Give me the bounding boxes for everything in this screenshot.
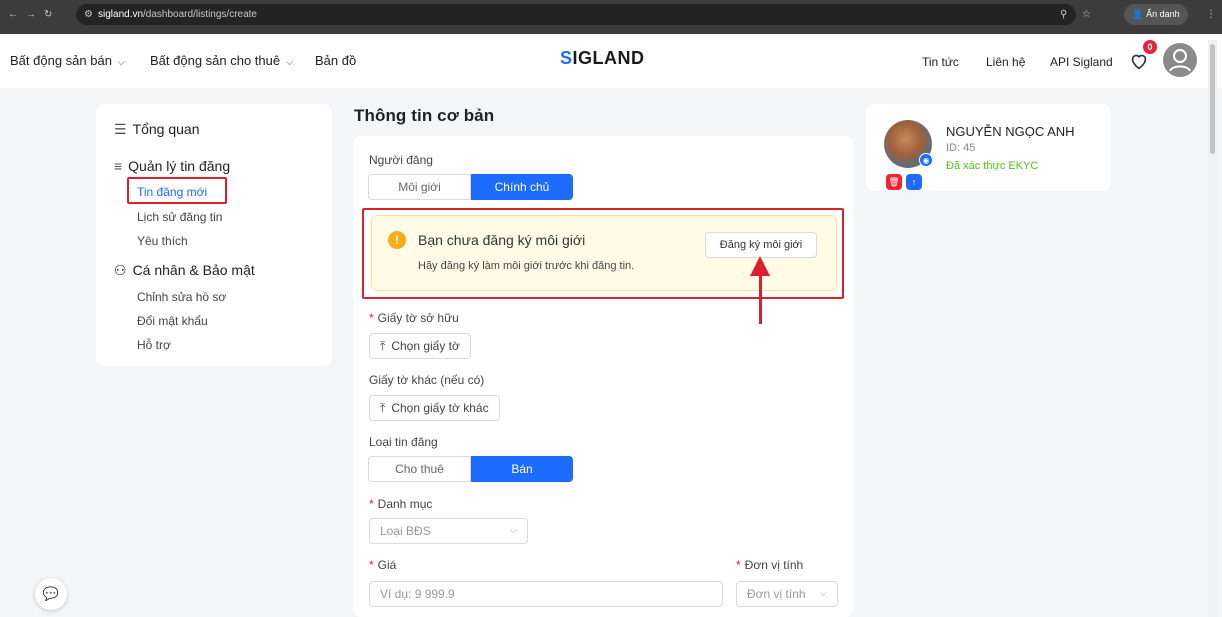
back-icon[interactable]: ←	[8, 0, 18, 30]
listings-menu-icon: ≡	[114, 158, 123, 174]
annotation-arrow-shaft	[759, 272, 762, 324]
user-icon	[1169, 49, 1191, 72]
highlight-box-new-listing	[127, 177, 227, 204]
browser-menu-icon[interactable]: ⋮	[1206, 0, 1216, 30]
incognito-badge[interactable]: 👤 Ẩn danh	[1124, 4, 1188, 25]
zoom-icon[interactable]: ⚲	[1060, 0, 1067, 30]
nav-news[interactable]: Tin tức	[922, 54, 959, 70]
sidebar-listings-label: Quản lý tin đăng	[128, 158, 231, 174]
url-host: sigland.vn	[98, 9, 144, 20]
ownership-docs-text: Giấy tờ sở hữu	[377, 311, 459, 325]
bookmark-star-icon[interactable]: ☆	[1082, 0, 1091, 30]
unit-text: Đơn vị tính	[744, 558, 804, 572]
poster-option-owner[interactable]: Chính chủ	[471, 174, 573, 200]
poster-label: Người đăng	[369, 153, 433, 167]
sidebar-item-change-password[interactable]: Đổi mật khẩu	[137, 314, 208, 328]
chevron-down-icon: ⌵	[509, 525, 517, 536]
nav-buy[interactable]: Bất động sản bán ⌵	[10, 53, 125, 70]
browser-toolbar: ← → ↻ ⚙ sigland.vn/dashboard/listings/cr…	[0, 0, 1222, 34]
listing-type-sale[interactable]: Bán	[471, 456, 573, 482]
listing-type-label: Loại tin đăng	[369, 435, 438, 449]
sidebar-item-favorites[interactable]: Yêu thích	[137, 234, 188, 248]
chevron-down-icon: ⌵	[286, 57, 293, 67]
ownership-docs-label: * Giấy tờ sở hữu	[369, 311, 459, 325]
url-path: /dashboard/listings/create	[143, 9, 257, 20]
annotation-arrow-head-icon	[750, 256, 770, 276]
price-text: Giá	[377, 558, 397, 572]
logo-text: IGLAND	[572, 48, 645, 68]
list-icon: ☰	[114, 121, 127, 137]
nav-contact[interactable]: Liên hệ	[986, 54, 1025, 70]
sidebar-account-label: Cá nhân & Bảo mật	[132, 262, 255, 278]
map-pin-logo-icon: S	[560, 48, 573, 68]
dashboard-sidebar	[96, 104, 332, 366]
warning-description: Hãy đăng ký làm môi giới trước khi đăng …	[418, 260, 635, 272]
ekyc-status: Đã xác thực EKYC	[946, 160, 1039, 172]
chevron-down-icon: ⌵	[819, 588, 827, 599]
favorites-count-badge: 0	[1143, 40, 1157, 54]
chat-button[interactable]: 💬	[35, 578, 67, 610]
sidebar-overview-label: Tổng quan	[132, 121, 200, 137]
sidebar-section-listings[interactable]: ≡ Quản lý tin đăng	[114, 158, 230, 174]
category-placeholder: Loại BĐS	[380, 524, 431, 538]
category-label: * Danh mục	[369, 497, 432, 511]
sidebar-item-history[interactable]: Lịch sử đăng tin	[137, 210, 222, 224]
sidebar-item-overview[interactable]: ☰ Tổng quan	[114, 121, 200, 138]
camera-icon[interactable]: ◉	[919, 153, 933, 167]
user-id: ID: 45	[946, 142, 976, 154]
required-asterisk: *	[736, 558, 741, 572]
nav-rent-label: Bất động sản cho thuê	[150, 53, 281, 68]
choose-other-doc-button[interactable]: ⤒ Chọn giấy tờ khác	[369, 395, 500, 421]
chevron-down-icon: ⌵	[117, 57, 125, 67]
upload-cloud-icon[interactable]: ↑	[906, 174, 922, 190]
nav-map-label: Bản đồ	[315, 53, 357, 68]
exclamation-icon: !	[388, 231, 406, 249]
url-text[interactable]: sigland.vn/dashboard/listings/create	[98, 5, 257, 25]
warning-title: Bạn chưa đăng ký môi giới	[418, 232, 586, 248]
unit-label: * Đơn vị tính	[736, 558, 803, 572]
site-logo[interactable]: SIGLAND	[560, 48, 645, 74]
site-info-icon[interactable]: ⚙	[84, 0, 93, 30]
sidebar-section-account[interactable]: ⚇ Cá nhân & Bảo mật	[114, 262, 255, 279]
user-settings-icon: ⚇	[114, 262, 127, 278]
user-name: NGUYỄN NGỌC ANH	[946, 124, 1075, 139]
price-input[interactable]: Ví dụ: 9 999.9	[369, 581, 723, 607]
chat-bubble-icon: 💬	[42, 586, 60, 601]
category-text: Danh mục	[377, 497, 433, 511]
required-asterisk: *	[369, 311, 374, 325]
upload-icon: ⤒	[380, 339, 386, 353]
nav-rent[interactable]: Bất động sản cho thuê ⌵	[150, 53, 293, 70]
incognito-label: Ẩn danh	[1146, 9, 1180, 19]
price-placeholder: Ví dụ: 9 999.9	[380, 587, 455, 601]
sidebar-item-edit-profile[interactable]: Chỉnh sửa hồ sơ	[137, 290, 226, 304]
choose-other-doc-label: Chọn giấy tờ khác	[391, 401, 489, 415]
category-select[interactable]: Loại BĐS ⌵	[369, 518, 528, 544]
price-label: * Giá	[369, 558, 396, 572]
incognito-icon: 👤	[1132, 9, 1147, 19]
account-avatar[interactable]	[1163, 43, 1197, 77]
listing-type-rent[interactable]: Cho thuê	[368, 456, 471, 482]
required-asterisk: *	[369, 558, 374, 572]
other-docs-label: Giấy tờ khác (nếu có)	[369, 373, 485, 387]
register-broker-button[interactable]: Đăng ký môi giới	[705, 232, 817, 258]
unit-placeholder: Đơn vị tính	[747, 587, 806, 601]
reload-icon[interactable]: ↻	[44, 0, 52, 30]
poster-option-broker[interactable]: Môi giới	[368, 174, 471, 200]
nav-buy-label: Bất động sản bán	[10, 53, 112, 68]
upload-icon: ⤒	[380, 401, 386, 415]
delete-icon[interactable]: 🗑	[886, 174, 902, 190]
nav-map[interactable]: Bản đồ	[315, 53, 356, 69]
page-title: Thông tin cơ bản	[354, 106, 495, 125]
choose-doc-label: Chọn giấy tờ	[391, 339, 460, 353]
sidebar-item-support[interactable]: Hỗ trợ	[137, 338, 171, 352]
forward-icon[interactable]: →	[26, 0, 36, 30]
scrollbar-thumb[interactable]	[1210, 44, 1215, 154]
required-asterisk: *	[369, 497, 374, 511]
choose-doc-button[interactable]: ⤒ Chọn giấy tờ	[369, 333, 471, 359]
nav-api[interactable]: API Sigland	[1050, 54, 1113, 70]
unit-select[interactable]: Đơn vị tính ⌵	[736, 581, 838, 607]
